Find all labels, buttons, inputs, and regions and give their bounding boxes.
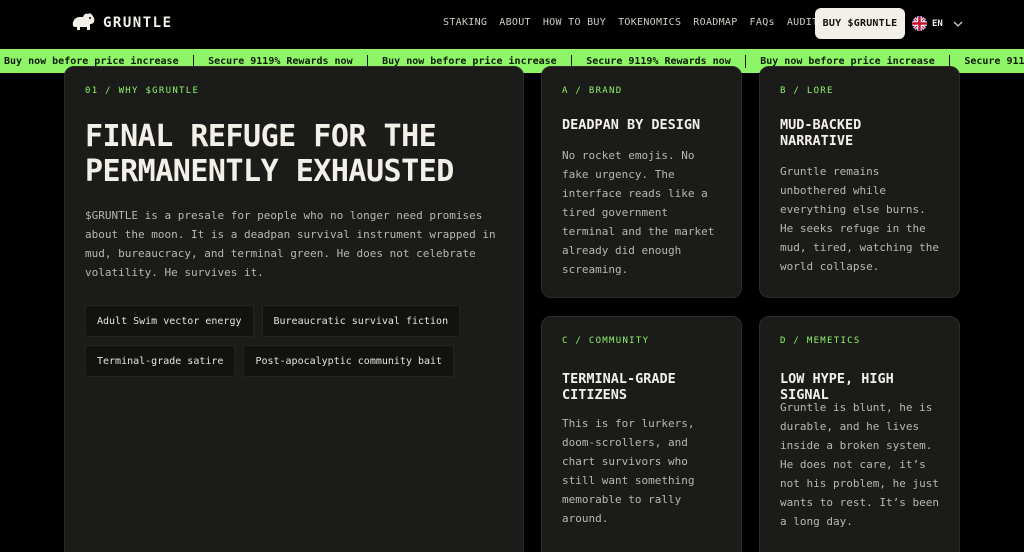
ticker-item: Secure 9119% Rewards now <box>586 55 731 67</box>
tag-chip: Bureaucratic survival fiction <box>261 305 461 337</box>
page-title: FINAL REFUGE FOR THE PERMANENTLY EXHAUST… <box>85 119 454 189</box>
why-gruntle-card: 01 / WHY $GRUNTLE FINAL REFUGE FOR THE P… <box>64 66 524 552</box>
ticker-item: Buy now before price increase <box>4 55 179 67</box>
nav-link-roadmap[interactable]: ROADMAP <box>693 17 737 28</box>
brand-logo[interactable]: GRUNTLE <box>70 12 173 34</box>
card-eyebrow: B / LORE <box>780 86 834 96</box>
brand-name: GRUNTLE <box>103 15 173 31</box>
ticker-item: Secure 9119% Rewards now <box>208 55 353 67</box>
nav-link-about[interactable]: ABOUT <box>499 17 531 28</box>
card-eyebrow: D / MEMETICS <box>780 336 861 346</box>
card-eyebrow: C / COMMUNITY <box>562 336 650 346</box>
nav-menu: STAKING ABOUT HOW TO BUY TOKENOMICS ROAD… <box>443 17 818 28</box>
tag-chip: Adult Swim vector energy <box>85 305 254 337</box>
hero-description: $GRUNTLE is a presale for people who no … <box>85 209 496 279</box>
community-card: C / COMMUNITY TERMINAL-GRADE CITIZENS Th… <box>541 316 742 552</box>
buy-token-button[interactable]: BUY $GRUNTLE <box>815 8 905 39</box>
ticker-item: Buy now before price increase <box>760 55 935 67</box>
card-title: DEADPAN BY DESIGN <box>562 117 701 133</box>
language-selector[interactable]: EN <box>912 16 964 31</box>
brand-card: A / BRAND DEADPAN BY DESIGN No rocket em… <box>541 66 742 298</box>
lore-card: B / LORE MUD-BACKED NARRATIVE Gruntle re… <box>759 66 960 298</box>
uk-flag-icon <box>912 16 927 31</box>
top-navigation: GRUNTLE STAKING ABOUT HOW TO BUY TOKENOM… <box>0 0 1024 48</box>
language-code: EN <box>932 18 943 29</box>
card-body: Gruntle remains unbothered while everyth… <box>780 165 939 273</box>
tag-chip: Post-apocalyptic community bait <box>243 345 455 377</box>
card-title: MUD-BACKED NARRATIVE <box>780 117 862 149</box>
card-body: This is for lurkers, doom-scrollers, and… <box>562 417 695 525</box>
memetics-card: D / MEMETICS LOW HYPE, HIGH SIGNAL Grunt… <box>759 316 960 552</box>
card-eyebrow: A / BRAND <box>562 86 623 96</box>
nav-link-audit[interactable]: AUDIT <box>787 17 819 28</box>
tag-list: Adult Swim vector energy Bureaucratic su… <box>85 305 510 377</box>
card-title: TERMINAL-GRADE CITIZENS <box>562 371 676 403</box>
ticker-item: Buy now before price increase <box>382 55 557 67</box>
tag-chip: Terminal-grade satire <box>85 345 236 377</box>
nav-link-faqs[interactable]: FAQs <box>750 17 775 28</box>
card-body: No rocket emojis. No fake urgency. The i… <box>562 149 715 276</box>
capybara-icon <box>72 13 95 30</box>
nav-link-tokenomics[interactable]: TOKENOMICS <box>618 17 681 28</box>
ticker-item: Secure 9119% Rewards now <box>964 55 1024 67</box>
section-eyebrow: 01 / WHY $GRUNTLE <box>85 86 200 96</box>
chevron-down-icon <box>953 21 963 27</box>
nav-link-how-to-buy[interactable]: HOW TO BUY <box>543 17 606 28</box>
card-body: Gruntle is blunt, he is durable, and he … <box>780 401 939 528</box>
nav-link-staking[interactable]: STAKING <box>443 17 487 28</box>
